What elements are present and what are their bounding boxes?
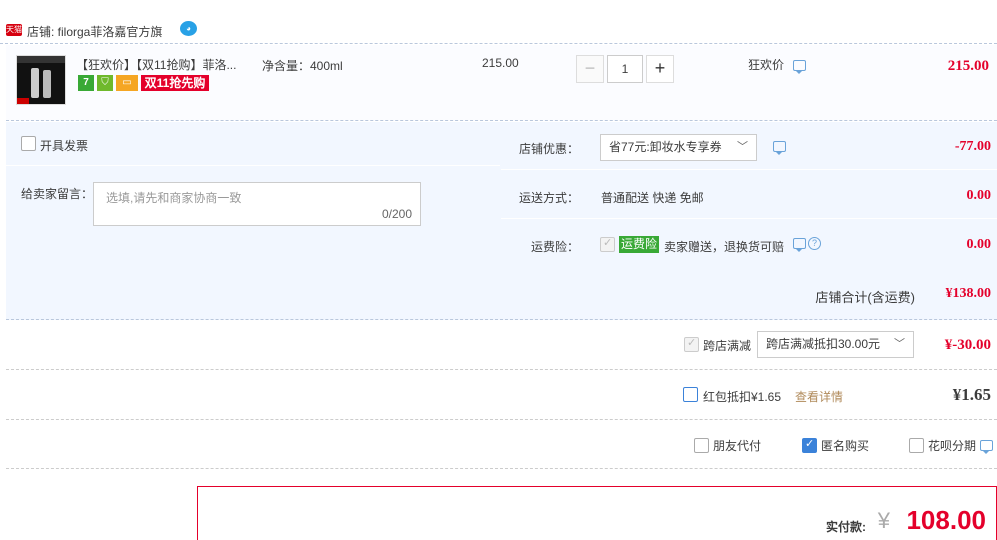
- final-currency-symbol: ¥: [877, 508, 890, 533]
- shop-coupon-selected: 省77元:卸妆水专享券: [609, 140, 722, 154]
- double11-badge: 双11抢先购: [141, 75, 209, 91]
- invoice-checkbox[interactable]: [21, 136, 36, 151]
- shipping-amount: 0.00: [966, 188, 992, 203]
- product-title-link[interactable]: 【狂欢价】【双11抢购】菲洛...: [76, 56, 236, 73]
- shop-coupon-row: 店铺优惠： 省77元:卸妆水专享券 ﹀ -77.00: [501, 122, 997, 170]
- help-icon[interactable]: ?: [808, 237, 821, 250]
- credit-card-icon: ▭: [116, 75, 138, 91]
- shop-coupon-amount: -77.00: [954, 139, 991, 154]
- message-placeholder: 选填,请先和商家协商一致: [106, 191, 242, 205]
- invoice-row: 开具发票: [6, 122, 500, 166]
- comment-icon[interactable]: [793, 238, 806, 252]
- item-total-price: 215.00: [947, 58, 989, 74]
- wangwang-chat-icon[interactable]: ◕: [180, 21, 197, 36]
- friend-pay-option[interactable]: 朋友代付: [694, 437, 761, 454]
- huabei-checkbox[interactable]: [909, 438, 924, 453]
- shipping-label: 运送方式：: [518, 191, 579, 205]
- left-options: 开具发票 给卖家留言： 选填,请先和商家协商一致 0/200: [6, 122, 500, 268]
- comment-icon[interactable]: [793, 60, 807, 75]
- shop-total-row: 店铺合计(含运费) ¥138.00: [6, 268, 997, 320]
- shipping-method: 普通配送 快递 免邮: [601, 191, 704, 205]
- quantity-minus-button[interactable]: −: [576, 55, 604, 83]
- cross-store-label: 跨店满减: [703, 339, 752, 353]
- chevron-down-icon: ﹀: [737, 141, 748, 153]
- cross-store-selected: 跨店满减抵扣30.00元: [766, 337, 881, 351]
- product-badges: 7 ⛉ ▭ 双11抢先购: [78, 75, 209, 91]
- red-packet-label: 红包抵扣¥1.65: [703, 390, 782, 404]
- quantity-input[interactable]: 1: [607, 55, 643, 83]
- final-payment-label: 实付款:: [826, 520, 866, 534]
- cart-item-row: 【狂欢价】【双11抢购】菲洛... 7 ⛉ ▭ 双11抢先购 净含量：400ml…: [6, 45, 997, 121]
- shop-coupon-label: 店铺优惠：: [518, 142, 579, 156]
- anonymous-option[interactable]: 匿名购买: [802, 437, 869, 454]
- quantity-stepper: − 1 +: [576, 55, 674, 83]
- final-payment-box: 实付款: ¥ 108.00: [197, 486, 997, 540]
- insurance-amount: 0.00: [966, 237, 992, 252]
- anonymous-label: 匿名购买: [821, 439, 870, 453]
- cross-store-discount-row: 跨店满减 跨店满减抵扣30.00元 ﹀ ¥-30.00: [6, 321, 997, 370]
- comment-icon[interactable]: [980, 440, 994, 454]
- product-spec: 净含量：400ml: [262, 59, 343, 73]
- seller-message-label: 给卖家留言：: [21, 187, 94, 201]
- shop-total-label: 店铺合计(含运费): [815, 290, 915, 305]
- red-packet-checkbox[interactable]: [683, 387, 698, 402]
- insurance-text: 卖家赠送，退换货可赔: [664, 240, 785, 254]
- comment-icon[interactable]: [773, 141, 786, 155]
- payment-options-row: 朋友代付 匿名购买 花呗分期: [6, 421, 997, 469]
- seller-message-textarea[interactable]: 选填,请先和商家协商一致 0/200: [93, 182, 421, 226]
- final-payment-value: 108.00: [906, 505, 986, 535]
- insurance-icons: ?: [793, 237, 821, 252]
- insurance-label: 运费险：: [530, 240, 579, 254]
- shop-total-value: ¥138.00: [945, 286, 992, 301]
- promo-label-text: 狂欢价: [748, 58, 785, 72]
- seven-day-return-icon: 7: [78, 75, 94, 91]
- huabei-label: 花呗分期: [928, 439, 977, 453]
- guarantee-shield-icon: ⛉: [97, 75, 113, 91]
- red-packet-details-link[interactable]: 查看详情: [795, 388, 843, 405]
- red-packet-amount: ¥1.65: [952, 385, 991, 404]
- insurance-row: 运费险： 运费险 卖家赠送，退换货可赔 ? 0.00: [501, 220, 997, 268]
- insurance-checkbox[interactable]: [600, 236, 615, 252]
- friend-pay-checkbox[interactable]: [694, 438, 709, 453]
- seller-message-row: 给卖家留言： 选填,请先和商家协商一致 0/200: [6, 167, 500, 268]
- quantity-plus-button[interactable]: +: [646, 55, 674, 83]
- invoice-label: 开具发票: [40, 139, 89, 153]
- product-thumbnail[interactable]: [16, 55, 66, 105]
- huabei-option[interactable]: 花呗分期: [909, 437, 994, 454]
- shop-coupon-select[interactable]: 省77元:卸妆水专享券 ﹀: [600, 134, 757, 161]
- order-options-panel: 开具发票 给卖家留言： 选填,请先和商家协商一致 0/200 店铺优惠： 省77…: [6, 122, 997, 268]
- tmall-logo: 天猫: [6, 24, 22, 36]
- shop-header: 天猫 店铺: filorga菲洛嘉官方旗 ◕: [0, 0, 997, 44]
- cross-store-checkbox[interactable]: [684, 336, 699, 352]
- message-char-count: 0/200: [381, 207, 412, 221]
- insurance-tag: 运费险: [619, 236, 660, 253]
- promo-price-label: 狂欢价: [748, 56, 807, 75]
- cross-store-amount: ¥-30.00: [944, 337, 991, 353]
- anonymous-checkbox[interactable]: [802, 437, 817, 453]
- right-options: 店铺优惠： 省77元:卸妆水专享券 ﹀ -77.00 运送方式： 普通配送 快递…: [501, 122, 997, 268]
- chevron-down-icon: ﹀: [894, 338, 905, 350]
- red-packet-row: 红包抵扣¥1.65 查看详情 ¥1.65: [6, 371, 997, 420]
- friend-pay-label: 朋友代付: [713, 439, 762, 453]
- unit-price: 215.00: [482, 56, 519, 70]
- shipping-row: 运送方式： 普通配送 快递 免邮 0.00: [501, 171, 997, 219]
- shop-name-link[interactable]: 店铺: filorga菲洛嘉官方旗: [27, 23, 162, 40]
- cross-store-select[interactable]: 跨店满减抵扣30.00元 ﹀: [757, 331, 914, 358]
